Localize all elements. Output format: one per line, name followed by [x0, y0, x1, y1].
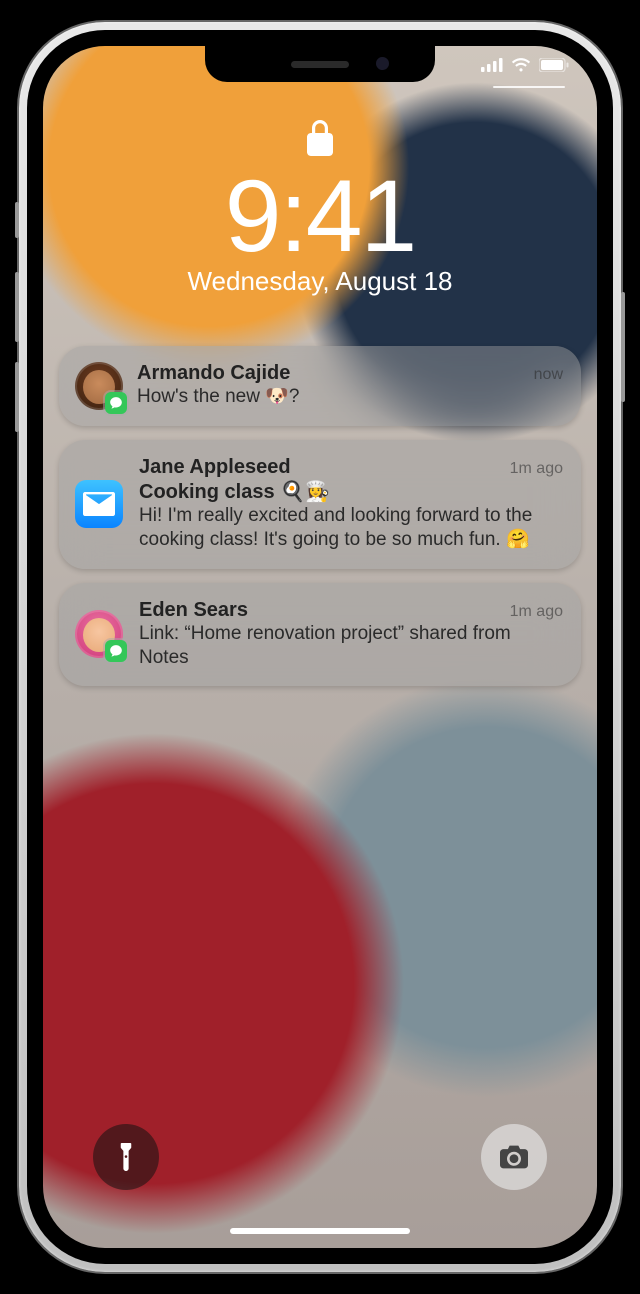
- camera-button[interactable]: [481, 1124, 547, 1190]
- battery-icon: [539, 58, 569, 72]
- notification-sender: Eden Sears: [139, 599, 248, 622]
- notification-message: Hi! I'm really excited and looking forwa…: [139, 504, 563, 553]
- avatar: [75, 362, 123, 410]
- notification-time: 1m ago: [510, 460, 563, 478]
- power-button[interactable]: [621, 292, 625, 402]
- notification-message: Link: “Home renovation project” shared f…: [139, 622, 563, 671]
- speaker-grille: [291, 61, 349, 68]
- notification-message: How's the new 🐶?: [137, 385, 563, 409]
- notification-sender: Jane Appleseed: [139, 456, 291, 479]
- flashlight-button[interactable]: [93, 1124, 159, 1190]
- phone-frame: 9:41 Wednesday, August 18: [19, 22, 621, 1272]
- notification-mail-jane[interactable]: Jane Appleseed 1m ago Cooking class 🍳👩‍🍳…: [59, 440, 581, 569]
- lock-screen-actions: [43, 1124, 597, 1190]
- home-indicator[interactable]: [230, 1228, 410, 1234]
- phone-bezel: 9:41 Wednesday, August 18: [27, 30, 613, 1264]
- messages-badge-icon: [105, 392, 127, 414]
- notification-time: 1m ago: [510, 603, 563, 621]
- status-underline: [493, 86, 565, 88]
- notification-messages-armando[interactable]: Armando Cajide now How's the new 🐶?: [59, 346, 581, 426]
- front-camera: [376, 57, 389, 70]
- clock-time: 9:41: [43, 163, 597, 270]
- messages-badge-icon: [105, 640, 127, 662]
- avatar: [75, 610, 123, 658]
- clock-date: Wednesday, August 18: [43, 266, 597, 297]
- notch: [205, 46, 435, 82]
- notification-sender: Armando Cajide: [137, 362, 290, 385]
- notification-subject: Cooking class 🍳👩‍🍳: [139, 479, 563, 504]
- volume-up-button[interactable]: [15, 272, 19, 342]
- notification-time: now: [534, 366, 563, 384]
- volume-down-button[interactable]: [15, 362, 19, 432]
- status-bar: [481, 58, 569, 72]
- cellular-icon: [481, 58, 503, 72]
- lock-screen[interactable]: 9:41 Wednesday, August 18: [43, 46, 597, 1248]
- notifications-list: Armando Cajide now How's the new 🐶?: [59, 346, 581, 686]
- lock-header: 9:41 Wednesday, August 18: [43, 120, 597, 297]
- mail-app-icon: [75, 480, 123, 528]
- lock-icon: [306, 120, 334, 161]
- silence-switch[interactable]: [15, 202, 19, 238]
- notification-messages-eden[interactable]: Eden Sears 1m ago Link: “Home renovation…: [59, 583, 581, 687]
- wifi-icon: [511, 58, 531, 72]
